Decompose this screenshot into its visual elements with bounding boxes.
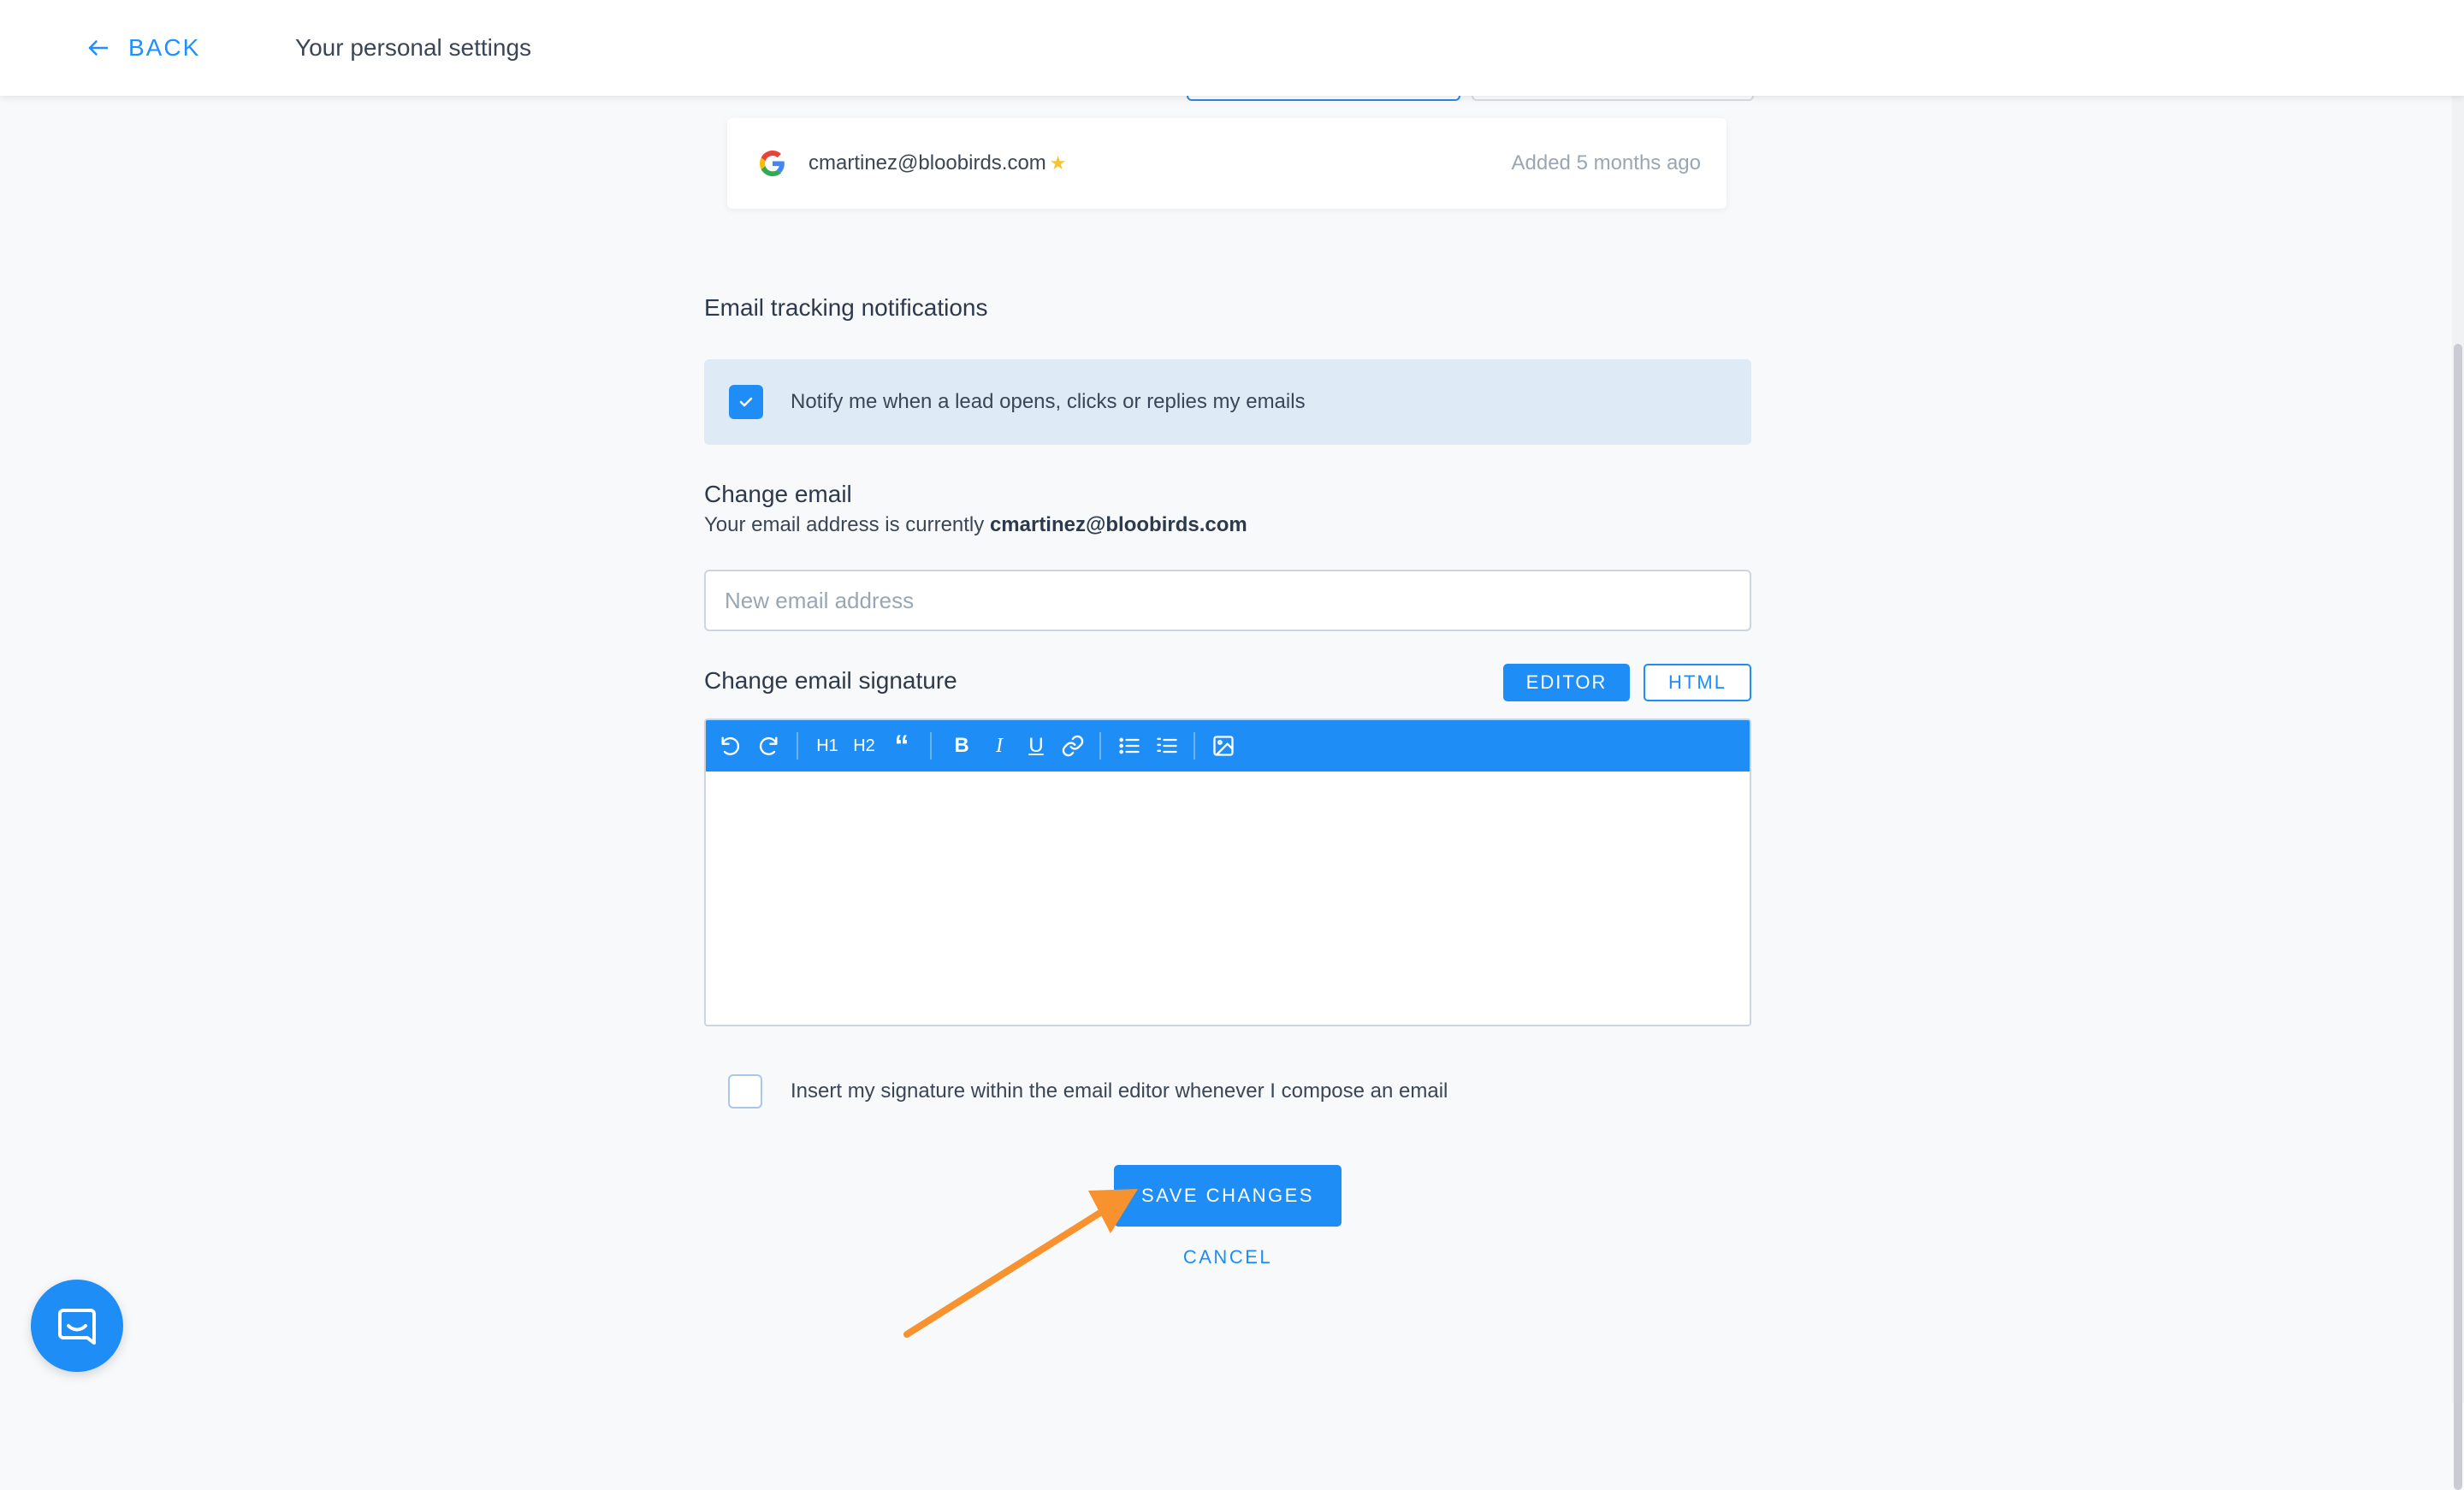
check-icon bbox=[739, 397, 753, 407]
bold-button[interactable]: B bbox=[949, 733, 974, 759]
heading1-button[interactable]: H1 bbox=[814, 733, 840, 759]
change-email-title: Change email bbox=[704, 481, 852, 507]
numbered-list-button[interactable] bbox=[1154, 733, 1180, 759]
redo-icon bbox=[759, 736, 778, 755]
tracking-section-title: Email tracking notifications bbox=[704, 294, 988, 321]
italic-button[interactable]: I bbox=[986, 733, 1012, 759]
back-button[interactable]: BACK bbox=[86, 29, 200, 67]
new-email-input[interactable] bbox=[704, 570, 1751, 631]
toolbar-divider bbox=[1194, 732, 1195, 760]
arrow-left-icon bbox=[88, 40, 109, 56]
quote-button[interactable]: “ bbox=[889, 730, 915, 762]
account-added-date: Added 5 months ago bbox=[1511, 151, 1702, 174]
current-email-text: Your email address is currently cmartine… bbox=[704, 513, 1247, 537]
editor-toolbar: H1 H2 “ B I U bbox=[706, 720, 1750, 772]
link-icon bbox=[1062, 735, 1084, 757]
chat-icon bbox=[58, 1309, 96, 1345]
undo-icon bbox=[721, 736, 740, 755]
annotation-arrow-icon bbox=[903, 1189, 1138, 1338]
tracking-option-row[interactable]: Notify me when a lead opens, clicks or r… bbox=[704, 359, 1751, 445]
toolbar-divider bbox=[797, 732, 798, 760]
redo-button[interactable] bbox=[755, 733, 781, 759]
numbered-list-icon bbox=[1157, 737, 1177, 754]
tracking-option-label: Notify me when a lead opens, clicks or r… bbox=[791, 390, 1306, 413]
save-changes-button[interactable]: SAVE CHANGES bbox=[1114, 1165, 1342, 1227]
signature-section-title: Change email signature bbox=[704, 667, 957, 694]
connected-account-card: cmartinez@bloobirds.com ★ Added 5 months … bbox=[727, 118, 1727, 209]
tracking-checkbox[interactable] bbox=[729, 385, 763, 419]
star-icon: ★ bbox=[1049, 152, 1067, 174]
top-header: BACK Your personal settings bbox=[0, 0, 2464, 96]
image-icon bbox=[1213, 736, 1234, 756]
insert-signature-label: Insert my signature within the email edi… bbox=[791, 1079, 1448, 1103]
html-mode-button[interactable]: HTML bbox=[1644, 664, 1751, 701]
current-email-value: cmartinez@bloobirds.com bbox=[989, 513, 1247, 536]
account-email-text: cmartinez@bloobirds.com bbox=[808, 151, 1046, 174]
bulleted-list-button[interactable] bbox=[1116, 733, 1142, 759]
editor-mode-button[interactable]: EDITOR bbox=[1503, 664, 1630, 701]
scrollbar-thumb[interactable] bbox=[2454, 344, 2462, 1490]
heading2-button[interactable]: H2 bbox=[851, 733, 877, 759]
google-icon bbox=[760, 151, 785, 176]
chat-launcher-button[interactable] bbox=[31, 1280, 123, 1372]
current-email-prefix: Your email address is currently bbox=[704, 513, 985, 536]
cancel-button[interactable]: CANCEL bbox=[1114, 1240, 1342, 1274]
insert-signature-checkbox[interactable] bbox=[728, 1074, 762, 1109]
scrollbar-track[interactable] bbox=[2452, 96, 2464, 1490]
toolbar-divider bbox=[930, 732, 932, 760]
link-button[interactable] bbox=[1060, 733, 1086, 759]
signature-editor[interactable]: H1 H2 “ B I U bbox=[704, 718, 1751, 1026]
undo-button[interactable] bbox=[718, 733, 743, 759]
back-label: BACK bbox=[128, 34, 201, 61]
insert-image-button[interactable] bbox=[1211, 733, 1236, 759]
toolbar-divider bbox=[1099, 732, 1101, 760]
account-email: cmartinez@bloobirds.com ★ bbox=[808, 118, 1067, 209]
underline-button[interactable]: U bbox=[1023, 733, 1049, 759]
page-title: Your personal settings bbox=[295, 34, 532, 61]
bulleted-list-icon bbox=[1119, 737, 1140, 754]
